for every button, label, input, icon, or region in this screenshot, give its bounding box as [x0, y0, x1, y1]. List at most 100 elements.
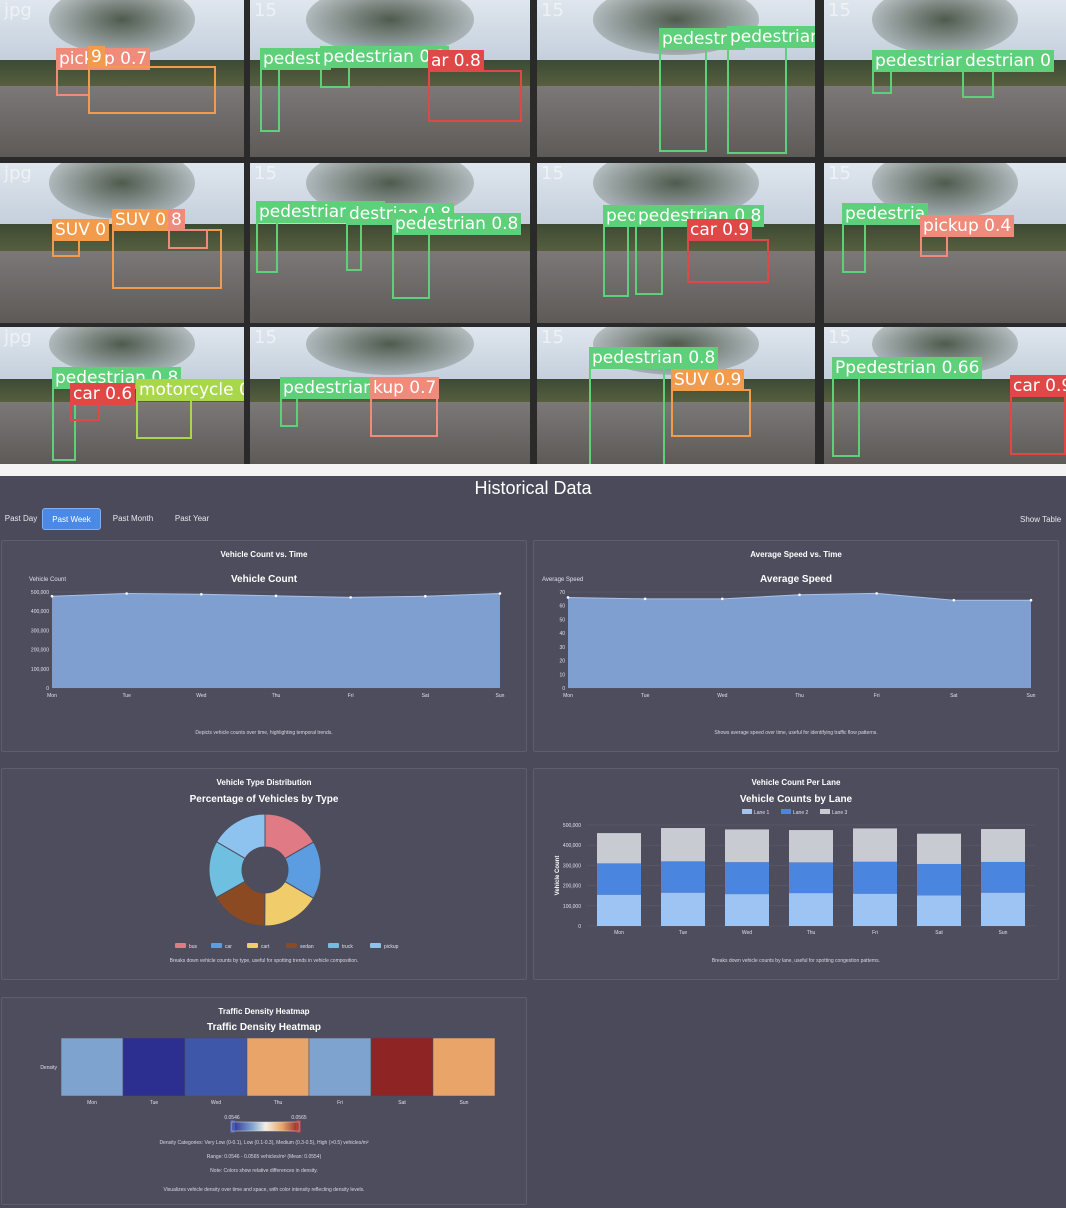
y-tick-label: 40 [559, 631, 565, 637]
legend-swatch [328, 943, 339, 948]
y-tick-label: 10 [559, 672, 565, 678]
heatmap-cell [60, 1037, 124, 1097]
detection-box: pedestrian 0.8 [392, 213, 522, 299]
legend-swatch [781, 809, 791, 814]
y-tick-label: 50 [559, 617, 565, 623]
camera-feed[interactable]: jpg pickup 0.7 9 [0, 0, 244, 157]
detection-box: pedestrian 0.6 [256, 201, 386, 273]
density-categories: Density Categories: Very Low (0-0.1), Lo… [159, 1140, 369, 1146]
y-tick-label: 30 [559, 645, 565, 651]
y-tick-label: 400,000 [563, 843, 581, 849]
chart-title: Percentage of Vehicles by Type [189, 794, 339, 805]
data-point [875, 592, 878, 595]
bar-segment [597, 894, 641, 926]
legend-swatch [286, 943, 297, 948]
bar-segment [917, 833, 961, 864]
camera-feed[interactable]: jpg SUV 0 SUV 0.6 8 [0, 163, 244, 323]
bar-segment [661, 828, 705, 862]
y-tick-label: 20 [559, 659, 565, 665]
x-tick-label: Wed [742, 930, 752, 936]
legend-label: bus [189, 944, 198, 950]
x-tick-label: Fri [874, 693, 880, 699]
detection-label: pedestrian 0.8 [589, 347, 719, 369]
camera-feed[interactable]: 15 pedestrian 0.4 kup 0.7 [250, 327, 530, 464]
camera-timestamp: 15 [828, 163, 851, 184]
detection-label: car 0.6 [70, 383, 136, 405]
heatmap-cell [432, 1037, 496, 1097]
data-point [424, 594, 427, 598]
y-tick-label: 200,000 [31, 648, 49, 654]
bar-segment [789, 862, 833, 894]
camera-feed[interactable]: jpgpedestrian 0.8car 0.6motorcycle 0.9 [0, 327, 244, 464]
range-past-year[interactable]: Past Year [172, 508, 212, 530]
legend-swatch [175, 943, 186, 948]
camera-feed[interactable]: 15 ped pedestrian 0.8 car 0.9 [537, 163, 815, 323]
detection-box: ar 0.8 [428, 50, 522, 122]
panel-caption: Visualizes vehicle density over time and… [163, 1187, 365, 1193]
bar-segment [597, 833, 641, 864]
x-tick-label: Wed [211, 1100, 221, 1106]
data-point [721, 597, 724, 601]
detection-label: car 0.9 [687, 219, 753, 241]
detection-label: SUV 0.9 [671, 369, 745, 391]
x-tick-label: Sun [496, 693, 505, 699]
detection-label: pickup 0.4 [920, 215, 1015, 237]
bar-segment [853, 861, 897, 894]
y-tick-label: 500,000 [563, 823, 581, 829]
area-series [568, 593, 1031, 688]
panel-title: Vehicle Type Distribution [216, 778, 312, 787]
vehicle-type-chart: bus car cart sedan truck pickup [175, 813, 399, 950]
x-tick-label: Mon [614, 930, 624, 936]
x-tick-label: Sun [999, 930, 1008, 936]
camera-feed[interactable]: 15 pedestriapedestrian 0.8 [537, 0, 815, 157]
y-tick-label: 300,000 [31, 628, 49, 634]
vehicle-type-panel: Vehicle Type Distribution Percentage of … [1, 768, 527, 980]
legend-label: Lane 1 [754, 810, 770, 816]
detection-box: pedestrian 0.4 [280, 377, 410, 427]
camera-feed[interactable]: 15 pedestr pedestrian 0.3 ar 0.8 [250, 0, 530, 157]
bar-segment [597, 863, 641, 895]
y-tick-label: 0 [46, 686, 49, 692]
density-heatmap-panel: Traffic Density Heatmap Traffic Density … [1, 997, 527, 1205]
range-past-month[interactable]: Past Month [110, 508, 156, 530]
camera-feed[interactable]: 15 pedestrian 0.8 SUV 0.9 [537, 327, 815, 464]
panel-caption: Breaks down vehicle counts by lane, usef… [711, 958, 881, 964]
camera-feed[interactable]: 15 pedestria pickup 0.4 [824, 163, 1066, 323]
detection-box: pickup 0.7 [56, 48, 151, 96]
bar-segment [981, 861, 1025, 893]
range-past-week[interactable]: Past Week [42, 508, 101, 530]
detection-label: motorcycle 0.9 [136, 379, 244, 401]
x-tick-label: Fri [872, 930, 878, 936]
bar-segment [725, 862, 769, 895]
x-tick-label: Thu [272, 693, 281, 699]
x-tick-label: Fri [348, 693, 354, 699]
x-tick-label: Thu [807, 930, 816, 936]
camera-feed[interactable]: 15 pedestrian 0.6destrian 0.8pedestrian 0… [250, 163, 530, 323]
show-table-toggle[interactable]: Show Table [1020, 515, 1061, 524]
bar-segment [853, 828, 897, 862]
detection-box: pickup 0.4 [920, 215, 1015, 257]
historical-title: Historical Data [474, 478, 592, 498]
camera-timestamp: 15 [254, 0, 277, 21]
panel-caption: Shows average speed over time, useful fo… [714, 730, 878, 736]
y-tick-label: 0 [578, 924, 581, 930]
x-tick-label: Mon [563, 693, 573, 699]
x-tick-label: Tue [122, 693, 131, 699]
legend-label: truck [342, 944, 353, 950]
panel-title: Vehicle Count vs. Time [220, 550, 308, 559]
detection-box: destrian 0.8 [346, 203, 455, 271]
camera-feed[interactable]: 15 pedestrian 0.4 destrian 0 [824, 0, 1066, 157]
camera-feed[interactable]: 15 Ppedestrian 0.66 car 0.9 [824, 327, 1066, 464]
bar-segment [661, 892, 705, 926]
x-tick-label: Mon [47, 693, 57, 699]
bar-segment [789, 893, 833, 926]
y-tick-label: 500,000 [31, 590, 49, 596]
detection-box: pedestrian 0.8 [727, 26, 815, 154]
range-past-day[interactable]: Past Day [1, 508, 41, 530]
x-tick-label: Sat [398, 1100, 406, 1106]
legend-label: cart [261, 944, 270, 950]
camera-timestamp: jpg [4, 163, 32, 184]
legend-label: Lane 3 [832, 810, 848, 816]
detection-box: pedestrian 0.8 [589, 347, 719, 464]
legend-label: pickup [384, 944, 399, 950]
